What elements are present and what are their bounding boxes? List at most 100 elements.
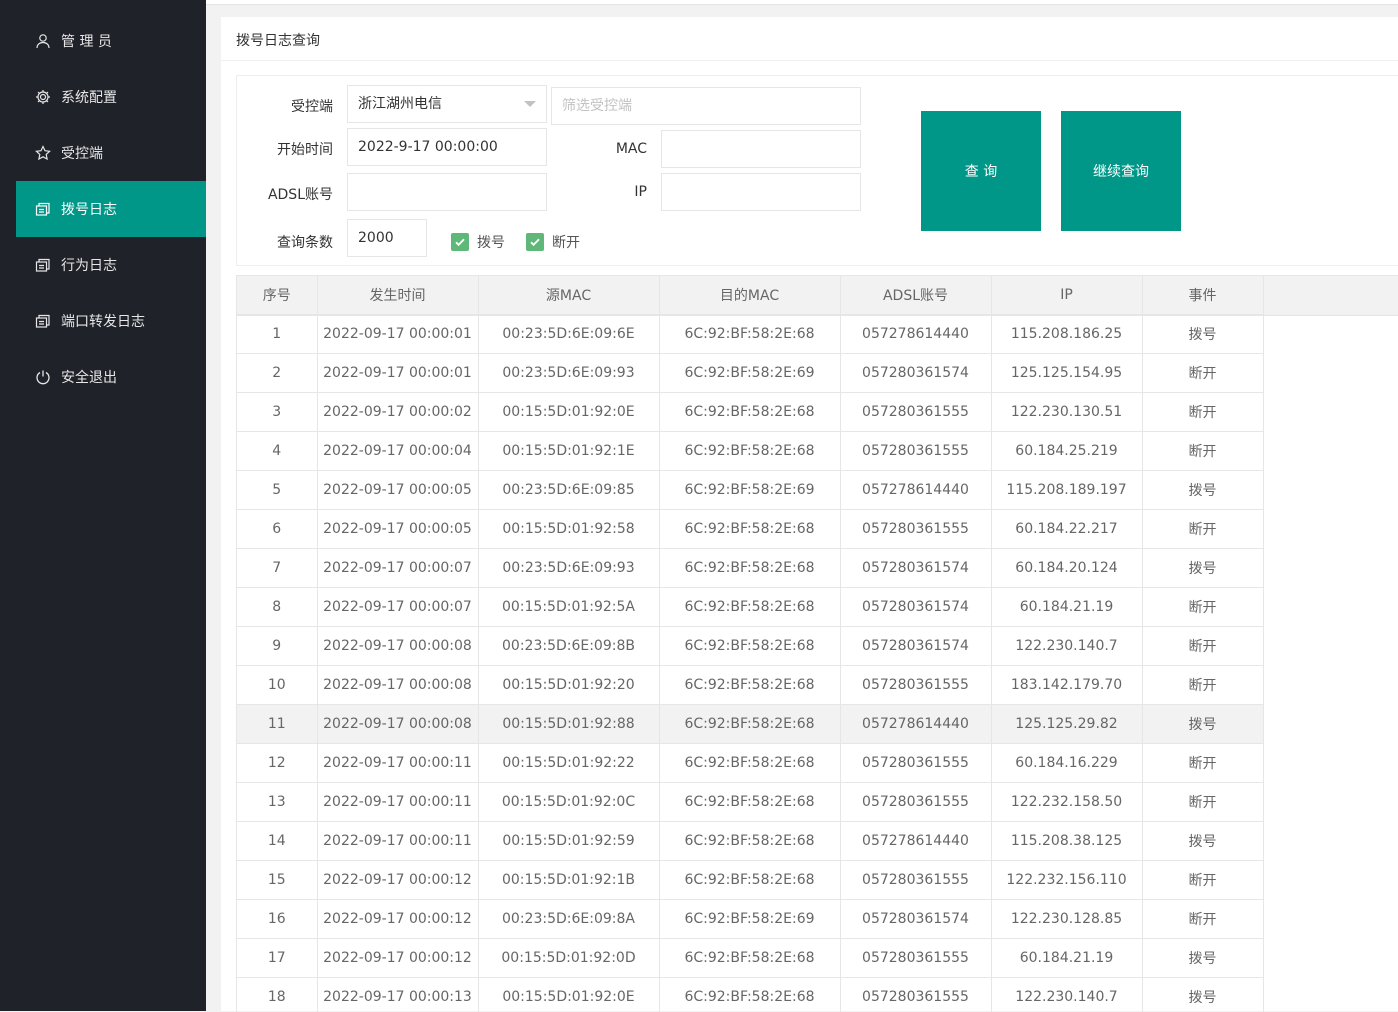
cell-dst-mac: 6C:92:BF:58:2E:68 <box>659 822 840 861</box>
column-header-time[interactable]: 发生时间 <box>317 276 478 315</box>
cell-ip: 183.142.179.70 <box>991 666 1142 705</box>
power-icon <box>34 368 52 386</box>
table-row[interactable]: 22022-09-17 00:00:0100:23:5D:6E:09:936C:… <box>237 354 1263 393</box>
query-form: 受控端 浙江湖州电信 筛选受控端 开始时间 2022-9-17 00:00:00… <box>236 75 1398 266</box>
cell-ip: 60.184.25.219 <box>991 432 1142 471</box>
cell-dst-mac: 6C:92:BF:58:2E:68 <box>659 744 840 783</box>
table-row[interactable]: 132022-09-17 00:00:1100:15:5D:01:92:0C6C… <box>237 783 1263 822</box>
sidebar-item-label: 行为日志 <box>61 255 117 275</box>
table-row[interactable]: 62022-09-17 00:00:0500:15:5D:01:92:586C:… <box>237 510 1263 549</box>
disconnect-checkbox[interactable]: 断开 <box>526 232 580 252</box>
cell-index: 4 <box>237 432 317 471</box>
column-header-src-mac[interactable]: 源MAC <box>478 276 659 315</box>
table-row[interactable]: 52022-09-17 00:00:0500:23:5D:6E:09:856C:… <box>237 471 1263 510</box>
dial-log-table: 序号 发生时间 源MAC 目的MAC ADSL账号 IP 事件 12022-09… <box>236 275 1398 1012</box>
disconnect-checkbox-label: 断开 <box>552 232 580 252</box>
table-row[interactable]: 142022-09-17 00:00:1100:15:5D:01:92:596C… <box>237 822 1263 861</box>
ip-label: IP <box>577 184 647 200</box>
cell-adsl: 057280361555 <box>840 861 991 900</box>
cell-ip: 125.125.154.95 <box>991 354 1142 393</box>
table-row[interactable]: 152022-09-17 00:00:1200:15:5D:01:92:1B6C… <box>237 861 1263 900</box>
table-row[interactable]: 102022-09-17 00:00:0800:15:5D:01:92:206C… <box>237 666 1263 705</box>
cell-adsl: 057280361574 <box>840 900 991 939</box>
table-row[interactable]: 112022-09-17 00:00:0800:15:5D:01:92:886C… <box>237 705 1263 744</box>
cell-ip: 60.184.22.217 <box>991 510 1142 549</box>
column-header-dst-mac[interactable]: 目的MAC <box>659 276 840 315</box>
sidebar-item-logout[interactable]: 安全退出 <box>16 349 206 405</box>
sidebar-item-controlled[interactable]: 受控端 <box>16 125 206 181</box>
page-title: 拨号日志查询 <box>236 30 320 50</box>
cell-index: 15 <box>237 861 317 900</box>
table-row[interactable]: 172022-09-17 00:00:1200:15:5D:01:92:0D6C… <box>237 939 1263 978</box>
cell-event: 断开 <box>1142 744 1263 783</box>
cell-dst-mac: 6C:92:BF:58:2E:68 <box>659 393 840 432</box>
controlled-select[interactable]: 浙江湖州电信 <box>347 85 547 123</box>
continue-query-button[interactable]: 继续查询 <box>1061 111 1181 231</box>
table-row[interactable]: 92022-09-17 00:00:0800:23:5D:6E:09:8B6C:… <box>237 627 1263 666</box>
cell-ip: 60.184.21.19 <box>991 588 1142 627</box>
cell-index: 1 <box>237 315 317 354</box>
cell-src-mac: 00:23:5D:6E:09:85 <box>478 471 659 510</box>
checkmark-icon <box>526 233 544 251</box>
query-button[interactable]: 查 询 <box>921 111 1041 231</box>
cell-src-mac: 00:15:5D:01:92:0D <box>478 939 659 978</box>
cell-adsl: 057280361555 <box>840 510 991 549</box>
cell-event: 断开 <box>1142 588 1263 627</box>
cell-adsl: 057280361555 <box>840 393 991 432</box>
cell-src-mac: 00:23:5D:6E:09:8A <box>478 900 659 939</box>
cell-ip: 122.232.158.50 <box>991 783 1142 822</box>
adsl-input[interactable] <box>347 173 547 211</box>
cell-ip: 115.208.186.25 <box>991 315 1142 354</box>
cell-index: 3 <box>237 393 317 432</box>
cell-event: 断开 <box>1142 354 1263 393</box>
cell-event: 断开 <box>1142 627 1263 666</box>
cell-index: 17 <box>237 939 317 978</box>
sidebar-item-system-config[interactable]: 系统配置 <box>16 69 206 125</box>
cell-event: 拨号 <box>1142 978 1263 1012</box>
table-row[interactable]: 12022-09-17 00:00:0100:23:5D:6E:09:6E6C:… <box>237 315 1263 354</box>
column-header-ip[interactable]: IP <box>991 276 1142 315</box>
cell-ip: 122.230.140.7 <box>991 978 1142 1012</box>
cell-time: 2022-09-17 00:00:05 <box>317 471 478 510</box>
cell-src-mac: 00:23:5D:6E:09:8B <box>478 627 659 666</box>
cell-ip: 115.208.38.125 <box>991 822 1142 861</box>
table-row[interactable]: 42022-09-17 00:00:0400:15:5D:01:92:1E6C:… <box>237 432 1263 471</box>
cell-dst-mac: 6C:92:BF:58:2E:68 <box>659 510 840 549</box>
sidebar-item-label: 受控端 <box>61 143 103 163</box>
cell-index: 7 <box>237 549 317 588</box>
table-row[interactable]: 72022-09-17 00:00:0700:23:5D:6E:09:936C:… <box>237 549 1263 588</box>
sidebar-item-dial-log[interactable]: 拨号日志 <box>16 181 206 237</box>
ip-input[interactable] <box>661 173 861 211</box>
table-row[interactable]: 32022-09-17 00:00:0200:15:5D:01:92:0E6C:… <box>237 393 1263 432</box>
table-row[interactable]: 82022-09-17 00:00:0700:15:5D:01:92:5A6C:… <box>237 588 1263 627</box>
cell-time: 2022-09-17 00:00:07 <box>317 588 478 627</box>
cell-index: 16 <box>237 900 317 939</box>
start-time-input[interactable]: 2022-9-17 00:00:00 <box>347 128 547 166</box>
sidebar-item-label: 安全退出 <box>61 367 117 387</box>
cell-adsl: 057278614440 <box>840 705 991 744</box>
chevron-down-icon <box>524 101 536 107</box>
cell-index: 12 <box>237 744 317 783</box>
cell-event: 断开 <box>1142 900 1263 939</box>
mac-input[interactable] <box>661 130 861 168</box>
cell-src-mac: 00:15:5D:01:92:0E <box>478 393 659 432</box>
sidebar-item-behavior-log[interactable]: 行为日志 <box>16 237 206 293</box>
cell-src-mac: 00:15:5D:01:92:58 <box>478 510 659 549</box>
cell-index: 6 <box>237 510 317 549</box>
table-row[interactable]: 162022-09-17 00:00:1200:23:5D:6E:09:8A6C… <box>237 900 1263 939</box>
controlled-filter-input[interactable]: 筛选受控端 <box>551 87 861 125</box>
dial-checkbox[interactable]: 拨号 <box>451 232 505 252</box>
cell-dst-mac: 6C:92:BF:58:2E:68 <box>659 627 840 666</box>
cell-time: 2022-09-17 00:00:11 <box>317 744 478 783</box>
column-header-adsl[interactable]: ADSL账号 <box>840 276 991 315</box>
table-row[interactable]: 182022-09-17 00:00:1300:15:5D:01:92:0E6C… <box>237 978 1263 1012</box>
count-input[interactable]: 2000 <box>347 219 427 257</box>
cell-ip: 125.125.29.82 <box>991 705 1142 744</box>
cell-time: 2022-09-17 00:00:08 <box>317 666 478 705</box>
dial-checkbox-label: 拨号 <box>477 232 505 252</box>
column-header-event[interactable]: 事件 <box>1142 276 1263 315</box>
sidebar-item-admin[interactable]: 管 理 员 <box>16 13 206 69</box>
column-header-index[interactable]: 序号 <box>237 276 317 315</box>
table-row[interactable]: 122022-09-17 00:00:1100:15:5D:01:92:226C… <box>237 744 1263 783</box>
sidebar-item-port-forward-log[interactable]: 端口转发日志 <box>16 293 206 349</box>
